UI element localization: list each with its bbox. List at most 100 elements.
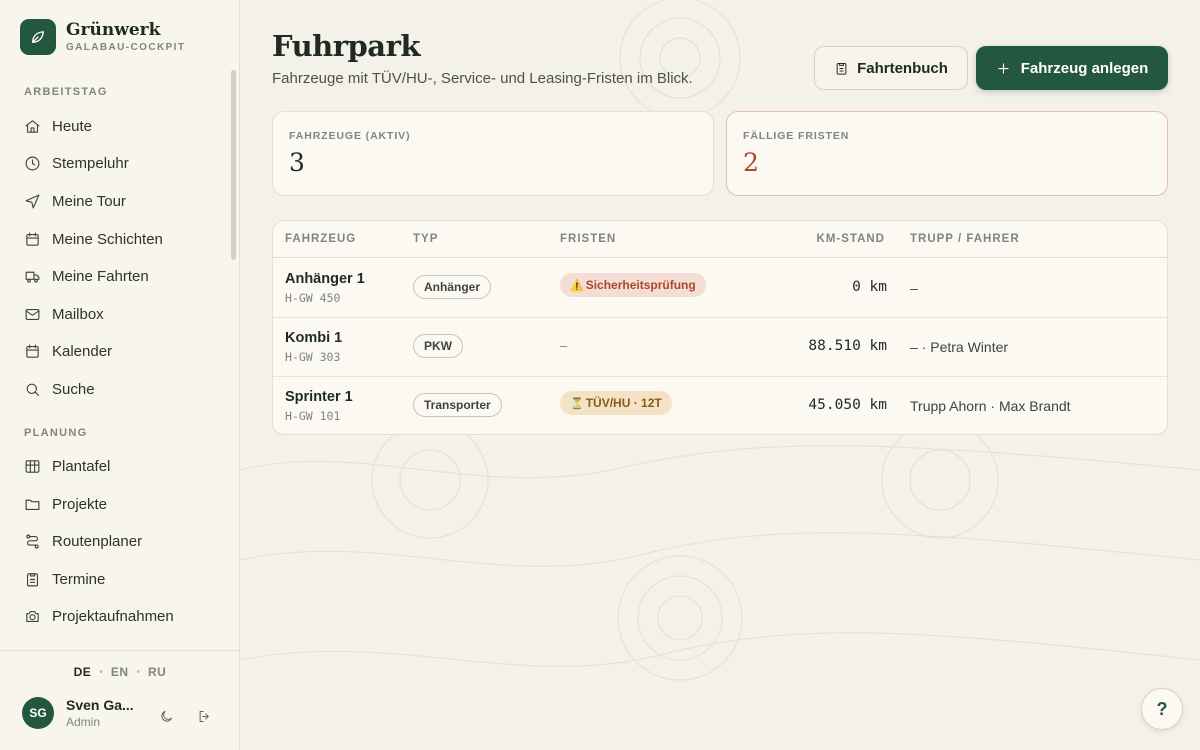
leaf-icon [20,19,56,55]
sidebar-item-label: Termine [52,570,106,588]
vehicle-name: Anhänger 1 [285,271,365,287]
mileage: 88.510 km [808,338,887,354]
lang-ru[interactable]: RU [148,665,166,679]
vehicle-name: Kombi 1 [285,330,343,346]
calendar-icon [24,343,41,360]
lang-en[interactable]: EN [111,665,129,679]
sidebar-item-label: Suche [52,380,95,398]
sidebar: Grünwerk GALABAU-COCKPIT ARBEITSTAG Heut… [0,0,240,750]
deadline-label: – [560,338,568,353]
sidebar-item-projekte[interactable]: Projekte [24,492,107,516]
brand-subtitle: GALABAU-COCKPIT [66,41,186,53]
lang-de[interactable]: DE [74,665,92,679]
sidebar-item-stempeluhr[interactable]: Stempeluhr [24,151,129,175]
vehicle-type-badge: PKW [413,334,463,358]
brand-name: Grünwerk [66,19,161,40]
deadline-badge: ⏳ TÜV/HU · 12T [560,391,672,415]
deadline-label: Sicherheitsprüfung [585,278,696,292]
brand[interactable]: Grünwerk GALABAU-COCKPIT [20,19,185,55]
deadline-label: TÜV/HU · 12T [585,396,662,410]
separator-dot: • [136,666,141,678]
column-header-fristen[interactable]: FRISTEN [560,233,616,245]
sidebar-item-label: Stempeluhr [52,154,129,172]
sidebar-item-meine-fahrten[interactable]: Meine Fahrten [24,264,149,288]
sidebar-item-label: Projektaufnahmen [52,607,174,625]
sidebar-item-label: Mailbox [52,305,104,323]
logout-button[interactable] [195,707,213,725]
language-switcher: DE • EN • RU [0,665,240,679]
logout-icon [199,710,209,722]
sidebar-item-label: Plantafel [52,457,111,475]
add-vehicle-button[interactable]: Fahrzeug anlegen [976,46,1168,90]
table-row[interactable]: Anhänger 1 H-GW 450 Anhänger ⚠️ Sicherhe… [273,258,1167,317]
fahrtenbuch-button[interactable]: Fahrtenbuch [814,46,968,90]
truck-icon [24,268,41,285]
clipboard-icon [24,571,41,588]
hourglass-icon: ⏳ [570,397,584,410]
camera-icon [24,608,41,625]
crew-driver: Trupp Ahorn · Max Brandt [910,398,1071,414]
sidebar-scrollbar[interactable] [231,70,236,260]
dark-mode-toggle[interactable] [157,707,175,725]
sidebar-item-label: Projekte [52,495,108,513]
table-row[interactable]: Kombi 1 H-GW 303 PKW – 88.510 km – · Pet… [273,317,1167,376]
sidebar-item-routenplaner[interactable]: Routenplaner [24,529,142,553]
mileage: 45.050 km [808,397,887,413]
column-header-trupp-fahrer[interactable]: TRUPP / FAHRER [910,233,1020,245]
moon-icon [160,710,172,722]
folder-icon [24,496,41,513]
sidebar-item-meine-tour[interactable]: Meine Tour [24,189,126,213]
sidebar-item-suche[interactable]: Suche [24,377,95,401]
vehicle-type-badge: Transporter [413,393,502,417]
user-name: Sven Ga... [66,697,134,713]
warning-icon: ⚠️ [570,279,584,292]
board-icon [24,458,41,475]
navigation-icon [24,193,41,210]
vehicle-plate: H-GW 303 [285,350,341,364]
table-row[interactable]: Sprinter 1 H-GW 101 Transporter ⏳ TÜV/HU… [273,376,1167,434]
mileage: 0 km [852,279,887,295]
stat-label: FAHRZEUGE (AKTIV) [289,130,411,142]
separator-dot: • [99,666,103,678]
column-header-km-stand[interactable]: KM-STAND [817,233,885,245]
stat-card-due-deadlines: FÄLLIGE FRISTEN 2 [726,111,1168,196]
avatar: SG [22,697,54,729]
divider [273,376,1167,377]
sidebar-item-label: Heute [52,117,93,135]
sidebar-item-kalender[interactable]: Kalender [24,339,112,363]
sidebar-footer: DE • EN • RU SG Sven Ga... Admin [0,650,240,750]
sidebar-nav: ARBEITSTAG Heute Stempeluhr Meine Tour M… [0,72,240,650]
nav-section-arbeitstag: ARBEITSTAG [24,86,108,98]
mail-icon [24,306,41,323]
calendar-icon [24,231,41,248]
sidebar-item-label: Meine Fahrten [52,267,149,285]
vehicle-table: FAHRZEUG TYP FRISTEN KM-STAND TRUPP / FA… [272,220,1168,435]
deadline-badge: ⚠️ Sicherheitsprüfung [560,273,706,297]
sidebar-item-mailbox[interactable]: Mailbox [24,302,104,326]
help-button[interactable]: ? [1141,688,1183,730]
vehicle-type-badge: Anhänger [413,275,492,299]
column-header-typ[interactable]: TYP [413,233,438,245]
user-profile[interactable]: SG Sven Ga... Admin [22,697,138,729]
home-icon [24,118,41,135]
add-vehicle-label: Fahrzeug anlegen [1020,59,1149,77]
sidebar-item-label: Kalender [52,342,113,360]
divider [273,317,1167,318]
column-header-fahrzeug[interactable]: FAHRZEUG [285,233,356,245]
sidebar-item-label: Meine Schichten [52,230,163,248]
stat-card-active-vehicles: FAHRZEUGE (AKTIV) 3 [272,111,714,196]
vehicle-plate: H-GW 450 [285,291,341,305]
sidebar-item-termine[interactable]: Termine [24,567,105,591]
sidebar-item-meine-schichten[interactable]: Meine Schichten [24,227,163,251]
vehicle-name: Sprinter 1 [285,389,353,405]
sidebar-item-label: Meine Tour [52,192,126,210]
sidebar-item-heute[interactable]: Heute [24,114,92,138]
sidebar-item-label: Routenplaner [52,532,143,550]
sidebar-item-projektaufnahmen[interactable]: Projektaufnahmen [24,604,174,628]
nav-section-planung: PLANUNG [24,427,88,439]
user-role: Admin [66,715,101,729]
stat-value: 3 [289,148,305,177]
stat-label: FÄLLIGE FRISTEN [743,130,850,142]
sidebar-item-plantafel[interactable]: Plantafel [24,454,110,478]
page-title: Fuhrpark [272,29,420,63]
